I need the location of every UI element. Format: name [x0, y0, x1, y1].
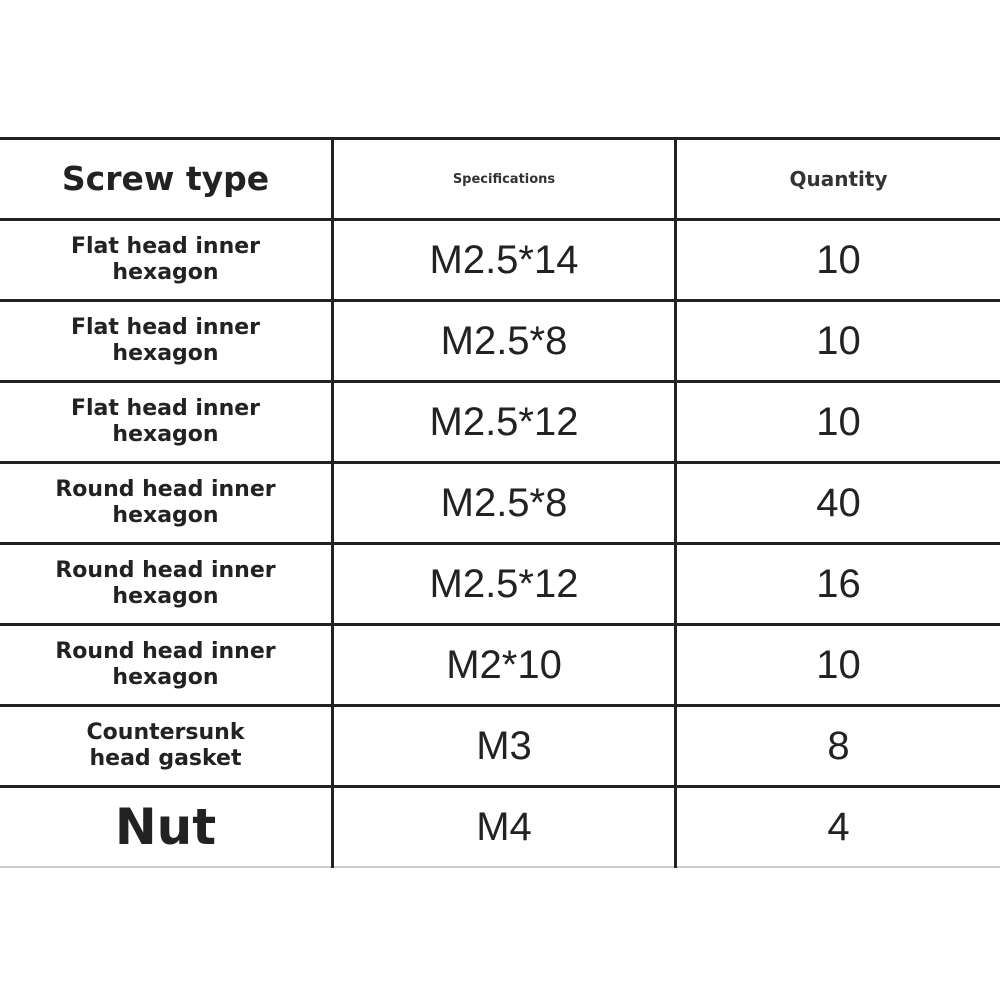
- table-row: Flat head inner hexagon M2.5*8 10: [0, 299, 1000, 382]
- header-specifications: Specifications: [332, 137, 677, 220]
- specification-cell: M3: [332, 704, 677, 787]
- quantity-cell: 4: [675, 785, 1000, 868]
- table-row: Nut M4 4: [0, 785, 1000, 868]
- specification-cell: M2.5*8: [332, 461, 677, 544]
- quantity-cell: 10: [675, 299, 1000, 382]
- screw-type-cell: Round head inner hexagon: [0, 542, 334, 625]
- quantity-cell: 10: [675, 623, 1000, 706]
- screw-type-cell: Flat head inner hexagon: [0, 218, 334, 301]
- table-header-row: Screw type Specifications Quantity: [0, 137, 1000, 220]
- quantity-cell: 40: [675, 461, 1000, 544]
- specification-cell: M2.5*12: [332, 542, 677, 625]
- screw-type-cell: Flat head inner hexagon: [0, 380, 334, 463]
- quantity-cell: 16: [675, 542, 1000, 625]
- specification-cell: M2*10: [332, 623, 677, 706]
- table-row: Round head inner hexagon M2*10 10: [0, 623, 1000, 706]
- specification-cell: M2.5*14: [332, 218, 677, 301]
- table-row: Round head inner hexagon M2.5*8 40: [0, 461, 1000, 544]
- table-row: Flat head inner hexagon M2.5*12 10: [0, 380, 1000, 463]
- table-row: Flat head inner hexagon M2.5*14 10: [0, 218, 1000, 301]
- quantity-cell: 10: [675, 218, 1000, 301]
- screw-type-cell: Flat head inner hexagon: [0, 299, 334, 382]
- screw-type-cell: Round head inner hexagon: [0, 623, 334, 706]
- specification-cell: M4: [332, 785, 677, 868]
- quantity-cell: 8: [675, 704, 1000, 787]
- screw-type-cell: Nut: [0, 785, 334, 868]
- specification-cell: M2.5*12: [332, 380, 677, 463]
- screw-type-cell: Countersunk head gasket: [0, 704, 334, 787]
- table-row: Round head inner hexagon M2.5*12 16: [0, 542, 1000, 625]
- header-quantity: Quantity: [675, 137, 1000, 220]
- screw-type-cell: Round head inner hexagon: [0, 461, 334, 544]
- quantity-cell: 10: [675, 380, 1000, 463]
- specification-cell: M2.5*8: [332, 299, 677, 382]
- header-screw-type: Screw type: [0, 137, 334, 220]
- table-row: Countersunk head gasket M3 8: [0, 704, 1000, 787]
- screw-spec-table: Screw type Specifications Quantity Flat …: [0, 137, 1000, 868]
